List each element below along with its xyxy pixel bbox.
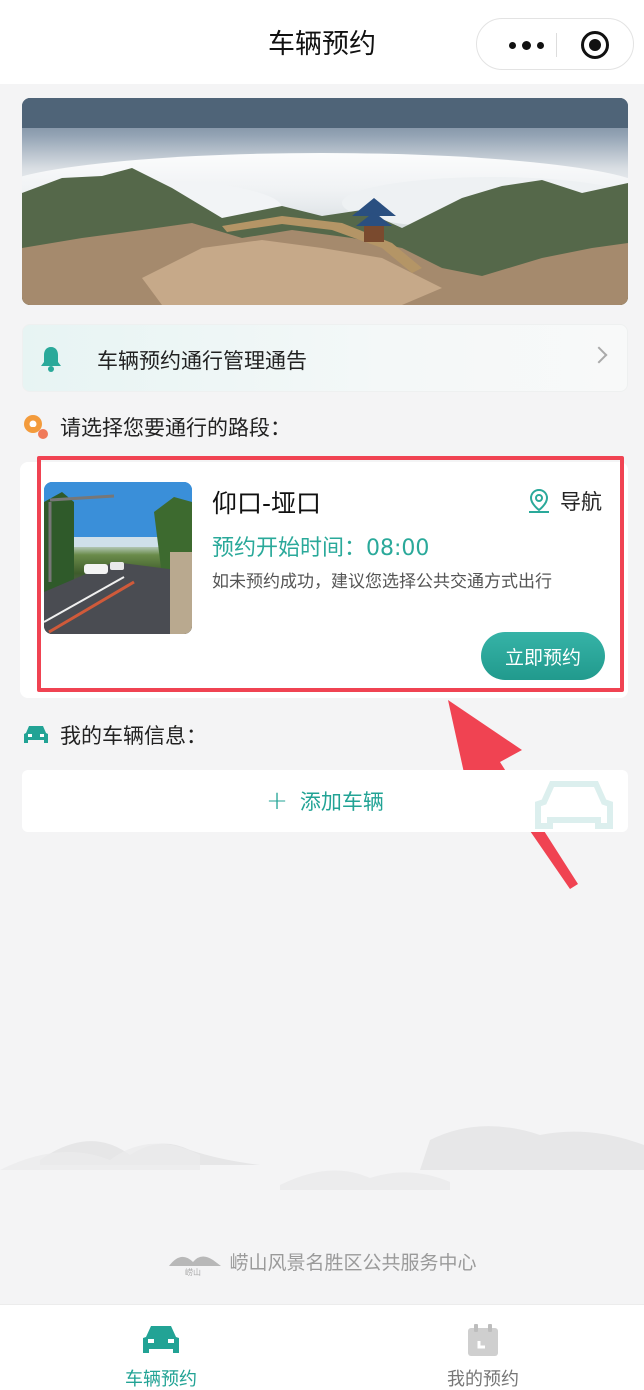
bell-icon bbox=[41, 347, 61, 372]
capsule-divider bbox=[556, 33, 557, 57]
car-icon bbox=[24, 726, 48, 743]
tab-label: 我的预约 bbox=[447, 1369, 519, 1390]
highlight-annotation-box bbox=[37, 456, 624, 692]
car-icon bbox=[143, 1326, 179, 1353]
notice-text: 车辆预约通行管理通告 bbox=[97, 349, 307, 373]
tab-label: 车辆预约 bbox=[125, 1369, 197, 1390]
add-vehicle-label: 添加车辆 bbox=[299, 790, 384, 814]
mountain-decoration bbox=[0, 1126, 644, 1190]
route-section-label: 请选择您要通行的路段： bbox=[60, 416, 291, 440]
nav-bar: 车辆预约 bbox=[0, 0, 644, 84]
tab-vehicle-booking[interactable]: 车辆预约 bbox=[0, 1305, 322, 1390]
close-mini-program-icon[interactable] bbox=[581, 31, 609, 59]
add-vehicle-button[interactable]: + 添加车辆 bbox=[22, 770, 628, 832]
organization-footer: 崂山 崂山风景名胜区公共服务中心 bbox=[0, 1246, 644, 1277]
chevron-right-icon bbox=[590, 346, 608, 364]
more-icon[interactable] bbox=[497, 19, 555, 71]
scenic-banner-image bbox=[22, 98, 628, 305]
banner-landscape bbox=[22, 98, 628, 305]
route-pin-icon bbox=[24, 415, 48, 439]
add-vehicle-content: + 添加车辆 bbox=[22, 770, 628, 832]
laoshan-logo: 崂山 bbox=[167, 1246, 223, 1277]
bottom-tabbar: 车辆预约 我的预约 bbox=[0, 1304, 644, 1390]
tab-my-bookings[interactable]: 我的预约 bbox=[322, 1305, 644, 1390]
svg-text:崂山: 崂山 bbox=[185, 1267, 201, 1276]
calendar-icon bbox=[468, 1324, 498, 1356]
vehicle-section-title: 我的车辆信息： bbox=[22, 720, 207, 750]
vehicle-section-label: 我的车辆信息： bbox=[60, 724, 207, 748]
notice-banner[interactable]: 车辆预约通行管理通告 bbox=[22, 324, 628, 392]
organization-name: 崂山风景名胜区公共服务中心 bbox=[229, 1251, 477, 1274]
route-section-title: 请选择您要通行的路段： bbox=[22, 412, 291, 442]
plus-icon: + bbox=[266, 786, 288, 816]
mini-program-capsule bbox=[476, 18, 634, 70]
